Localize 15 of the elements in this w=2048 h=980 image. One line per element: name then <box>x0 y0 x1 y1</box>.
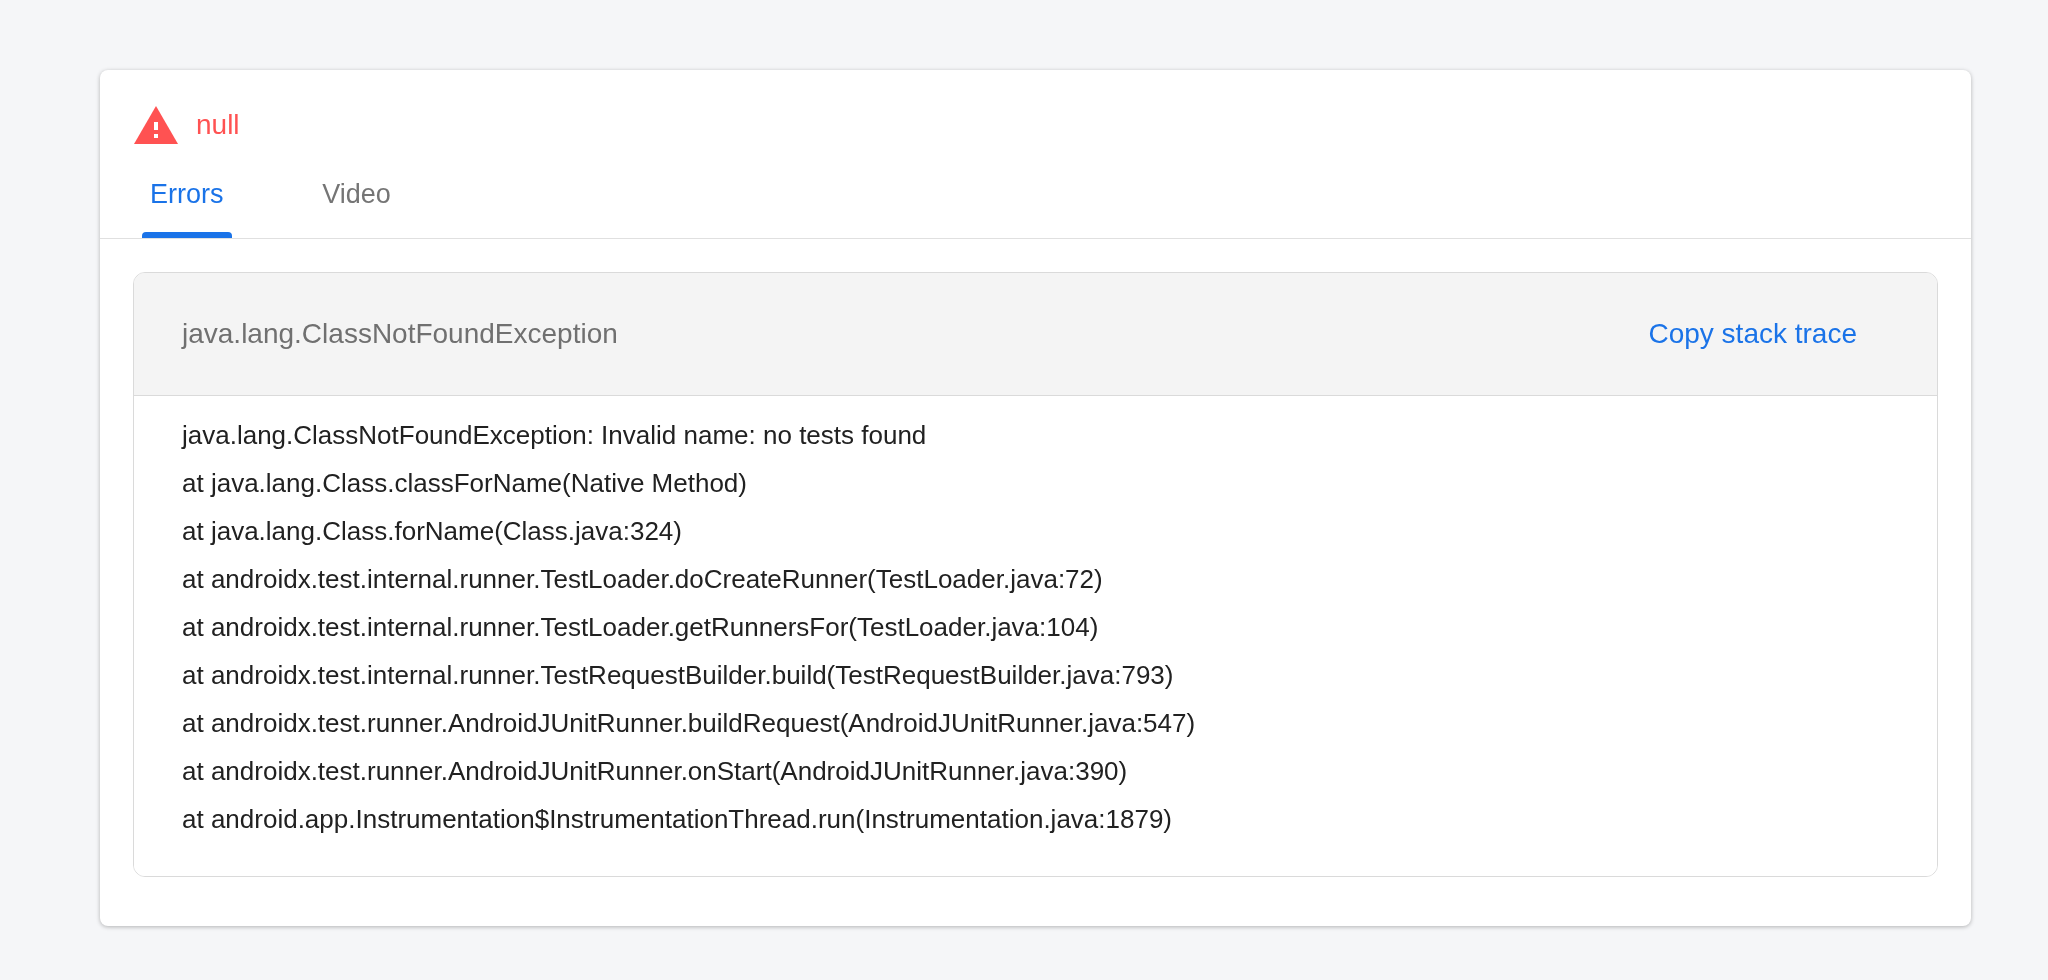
tab[interactable]: Video <box>312 166 401 238</box>
tab[interactable]: Errors <box>142 166 232 238</box>
copy-stack-trace-button[interactable]: Copy stack trace <box>1632 310 1873 358</box>
exception-title: java.lang.ClassNotFoundException <box>182 317 618 351</box>
stack-trace-line: at androidx.test.runner.AndroidJUnitRunner.onStart(AndroidJUnitRunner.java:390) <box>182 755 1128 788</box>
stack-trace-line: at androidx.test.runner.AndroidJUnitRunner.buildRequest(AndroidJUnitRunner.java:547) <box>182 707 1196 740</box>
stack-trace-line: at androidx.test.internal.runner.TestLoader.getRunnersFor(TestLoader.java:104) <box>182 611 1099 644</box>
stack-trace-line: at android.app.Instrumentation$InstrumentationThread.run(Instrumentation.java:1879) <box>182 803 1173 836</box>
stack-trace-line: at java.lang.Class.forName(Class.java:324) <box>182 515 682 548</box>
stack-trace-line: at androidx.test.internal.runner.TestRequestBuilder.build(TestRequestBuilder.java:793) <box>182 659 1174 692</box>
warning-icon <box>134 106 178 144</box>
stack-trace-line: java.lang.ClassNotFoundException: Invalid name: no tests found <box>182 419 927 452</box>
stack-trace-line: at androidx.test.internal.runner.TestLoader.doCreateRunner(TestLoader.java:72) <box>182 563 1103 596</box>
stack-trace-line: at java.lang.Class.classForName(Native Method) <box>182 467 747 500</box>
error-title: null <box>196 108 240 142</box>
